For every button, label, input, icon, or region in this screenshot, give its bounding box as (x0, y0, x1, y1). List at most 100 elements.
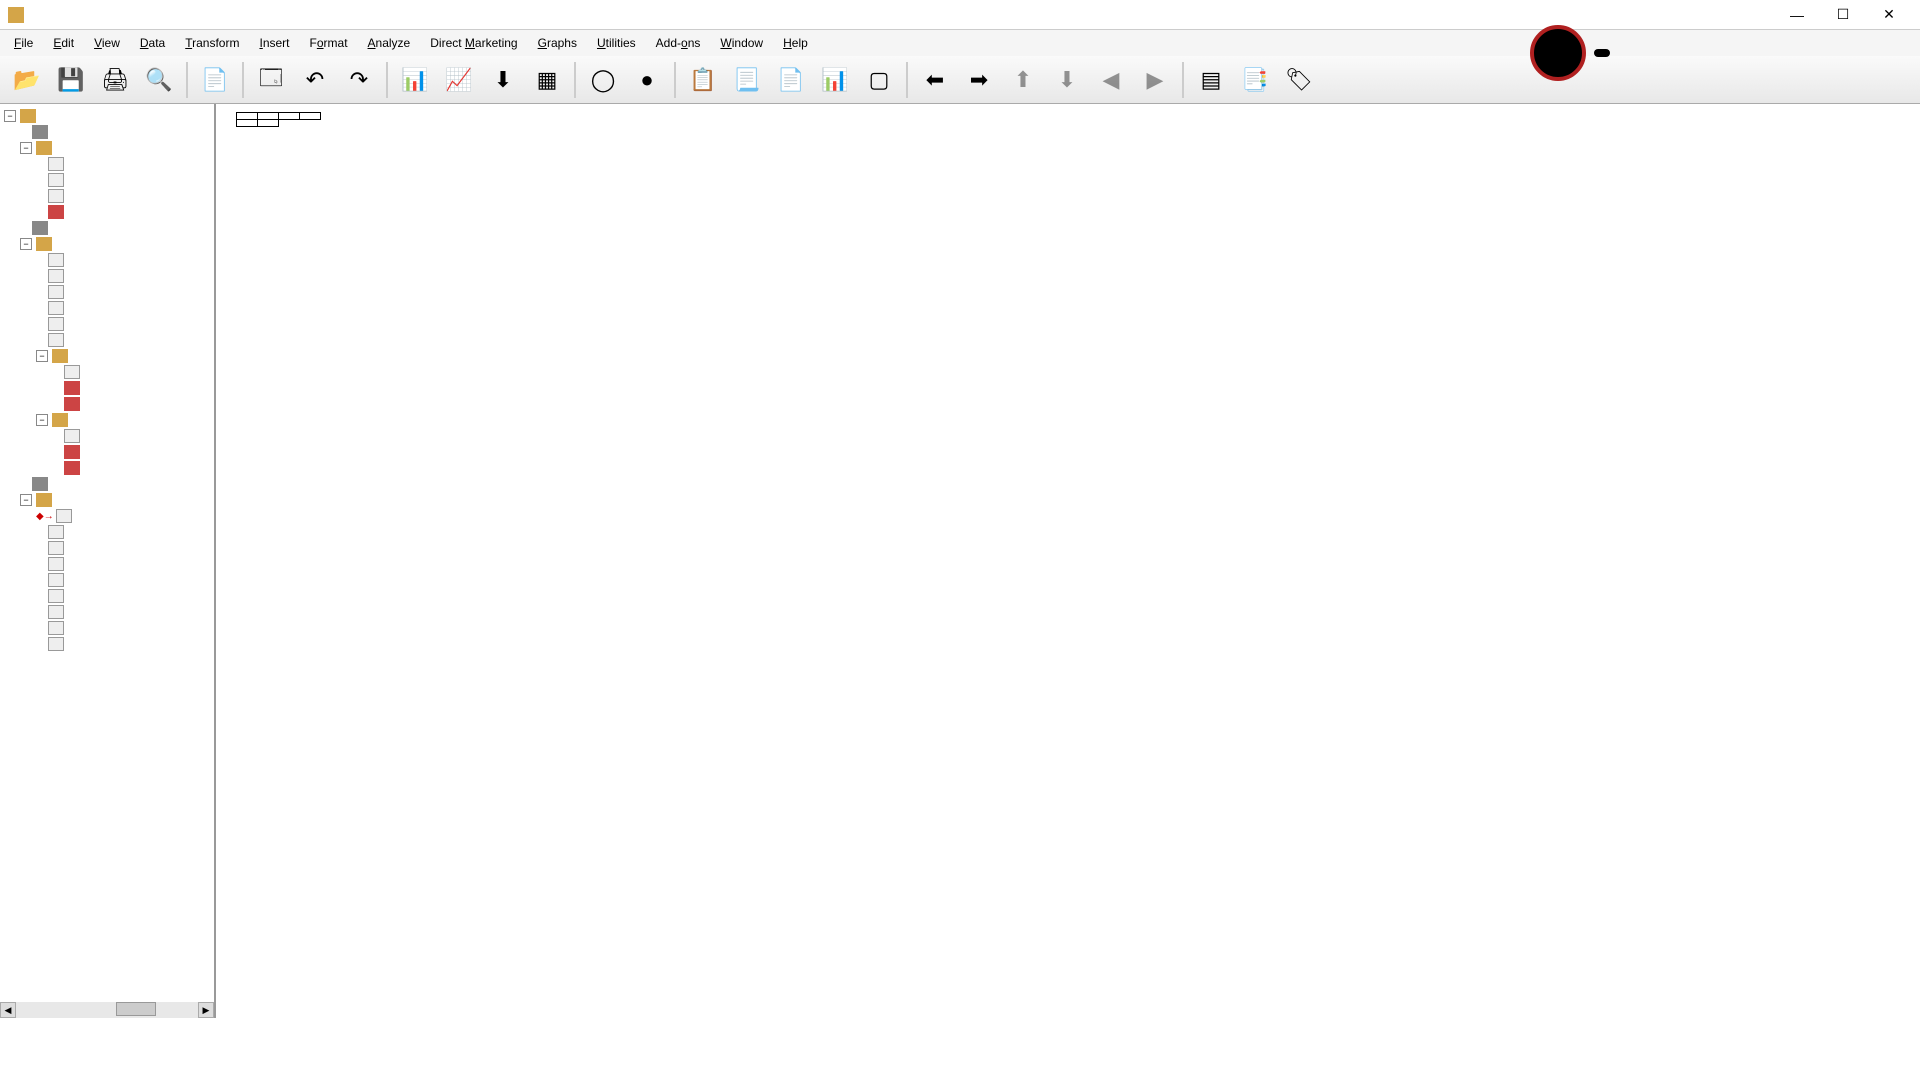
print-preview-button[interactable]: 🔍 (138, 60, 180, 100)
undo-button[interactable]: ↶ (294, 60, 336, 100)
tree-regression[interactable]: − (4, 492, 210, 508)
tree-e60530[interactable] (4, 380, 210, 396)
insert-title-button[interactable]: 📃 (726, 60, 768, 100)
run-button[interactable]: ▦ (526, 60, 568, 100)
toolbar-sep (674, 62, 676, 98)
menu-file[interactable]: File (4, 32, 43, 54)
menu-direct-marketing[interactable]: Direct Marketing (420, 32, 527, 54)
designate-button[interactable]: ▢ (858, 60, 900, 100)
tree-notes[interactable] (4, 524, 210, 540)
value-labels-button[interactable]: 🏷 (1278, 60, 1320, 100)
tree-log[interactable] (4, 220, 210, 236)
tree-active-dataset[interactable] (4, 284, 210, 300)
col-entered (258, 113, 279, 120)
tree-e60531[interactable] (4, 396, 210, 412)
save-button[interactable]: 💾 (50, 60, 92, 100)
scroll-left-icon[interactable]: ◀ (0, 1002, 16, 1018)
demote-button[interactable]: ▶ (1134, 60, 1176, 100)
titlebar: — ☐ ✕ (0, 0, 1920, 30)
tree-title[interactable] (4, 252, 210, 268)
goto-data-button[interactable]: 📊 (394, 60, 436, 100)
weight-button[interactable]: 📑 (1234, 60, 1276, 100)
menu-transform[interactable]: Transform (175, 32, 249, 54)
show-button[interactable]: ● (626, 60, 668, 100)
tree-notes[interactable] (4, 172, 210, 188)
dialog-recall-button[interactable]: 🗔 (250, 60, 292, 100)
nav-forward-button[interactable]: ➡ (958, 60, 1000, 100)
tree-case-processing[interactable] (4, 300, 210, 316)
tree-notes[interactable] (4, 268, 210, 284)
tree-title[interactable] (4, 428, 210, 444)
menu-window[interactable]: Window (710, 32, 773, 54)
minimize-button[interactable]: — (1774, 1, 1820, 29)
tree-output[interactable]: − (4, 108, 210, 124)
tree-log[interactable] (4, 476, 210, 492)
tree-log[interactable] (4, 124, 210, 140)
close-button[interactable]: ✕ (1866, 1, 1912, 29)
tree-var2[interactable]: − (4, 412, 210, 428)
promote-button[interactable]: ◀ (1090, 60, 1132, 100)
maximize-button[interactable]: ☐ (1820, 1, 1866, 29)
menu-help[interactable]: Help (773, 32, 818, 54)
menu-insert[interactable]: Insert (249, 32, 299, 54)
outline-pane[interactable]: − − − − − − ◆→ (0, 104, 216, 1018)
insert-heading-button[interactable]: 📋 (682, 60, 724, 100)
menu-edit[interactable]: Edit (43, 32, 84, 54)
tree-active-dataset[interactable] (4, 188, 210, 204)
tree-e60530[interactable] (4, 444, 210, 460)
nav-down-button[interactable]: ⬇ (1046, 60, 1088, 100)
tree-title[interactable] (4, 156, 210, 172)
print-button[interactable]: 🖨 (94, 60, 136, 100)
tree-coefficients[interactable] (4, 636, 210, 652)
split-button[interactable]: ▤ (1190, 60, 1232, 100)
toolbar-sep (242, 62, 244, 98)
nav-up-button[interactable]: ⬆ (1002, 60, 1044, 100)
cell-entered (258, 120, 279, 127)
tree-descriptives[interactable] (4, 316, 210, 332)
tree-active-dataset[interactable] (4, 540, 210, 556)
menu-addons[interactable]: Add-ons (646, 32, 711, 54)
open-button[interactable]: 📂 (6, 60, 48, 100)
menu-data[interactable]: Data (130, 32, 175, 54)
scroll-right-icon[interactable]: ▶ (198, 1002, 214, 1018)
menu-utilities[interactable]: Utilities (587, 32, 646, 54)
content-pane[interactable] (216, 104, 1920, 1018)
tree-var1[interactable]: − (4, 348, 210, 364)
tree-descriptive-stat[interactable] (4, 556, 210, 572)
tree-title[interactable] (4, 364, 210, 380)
tree-graph[interactable]: − (4, 140, 210, 156)
tree-correlations[interactable] (4, 572, 210, 588)
main-area: − − − − − − ◆→ (0, 104, 1920, 1018)
toolbar-sep (186, 62, 188, 98)
menu-view[interactable]: View (84, 32, 130, 54)
goto-case-button[interactable]: 📈 (438, 60, 480, 100)
menu-format[interactable]: Format (300, 32, 358, 54)
col-removed (279, 113, 300, 120)
export-button[interactable]: 📄 (194, 60, 236, 100)
tree-tests-normality[interactable] (4, 332, 210, 348)
tree-explore[interactable]: − (4, 236, 210, 252)
outline-tree: − − − − − − ◆→ (0, 104, 214, 656)
toolbar-sep (906, 62, 908, 98)
tree-e60531[interactable] (4, 460, 210, 476)
col-model (237, 113, 258, 120)
tree-e60835[interactable] (4, 204, 210, 220)
tree-model-summary[interactable] (4, 604, 210, 620)
redo-button[interactable]: ↷ (338, 60, 380, 100)
tree-title-current[interactable]: ◆→ (4, 508, 210, 524)
app-icon (8, 7, 24, 23)
tree-variables-entered[interactable] (4, 588, 210, 604)
variables-button[interactable]: ⬇ (482, 60, 524, 100)
toolbar-sep (386, 62, 388, 98)
nav-back-button[interactable]: ⬅ (914, 60, 956, 100)
menu-analyze[interactable]: Analyze (358, 32, 421, 54)
insert-chart-button[interactable]: 📊 (814, 60, 856, 100)
select-button[interactable]: ◯ (582, 60, 624, 100)
tree-anova[interactable] (4, 620, 210, 636)
insert-text-button[interactable]: 📄 (770, 60, 812, 100)
variables-entered-table[interactable] (236, 112, 321, 127)
col-method (300, 113, 321, 120)
outline-hscrollbar[interactable]: ◀ ▶ (0, 1002, 214, 1018)
menu-graphs[interactable]: Graphs (528, 32, 587, 54)
scroll-thumb[interactable] (116, 1002, 156, 1016)
